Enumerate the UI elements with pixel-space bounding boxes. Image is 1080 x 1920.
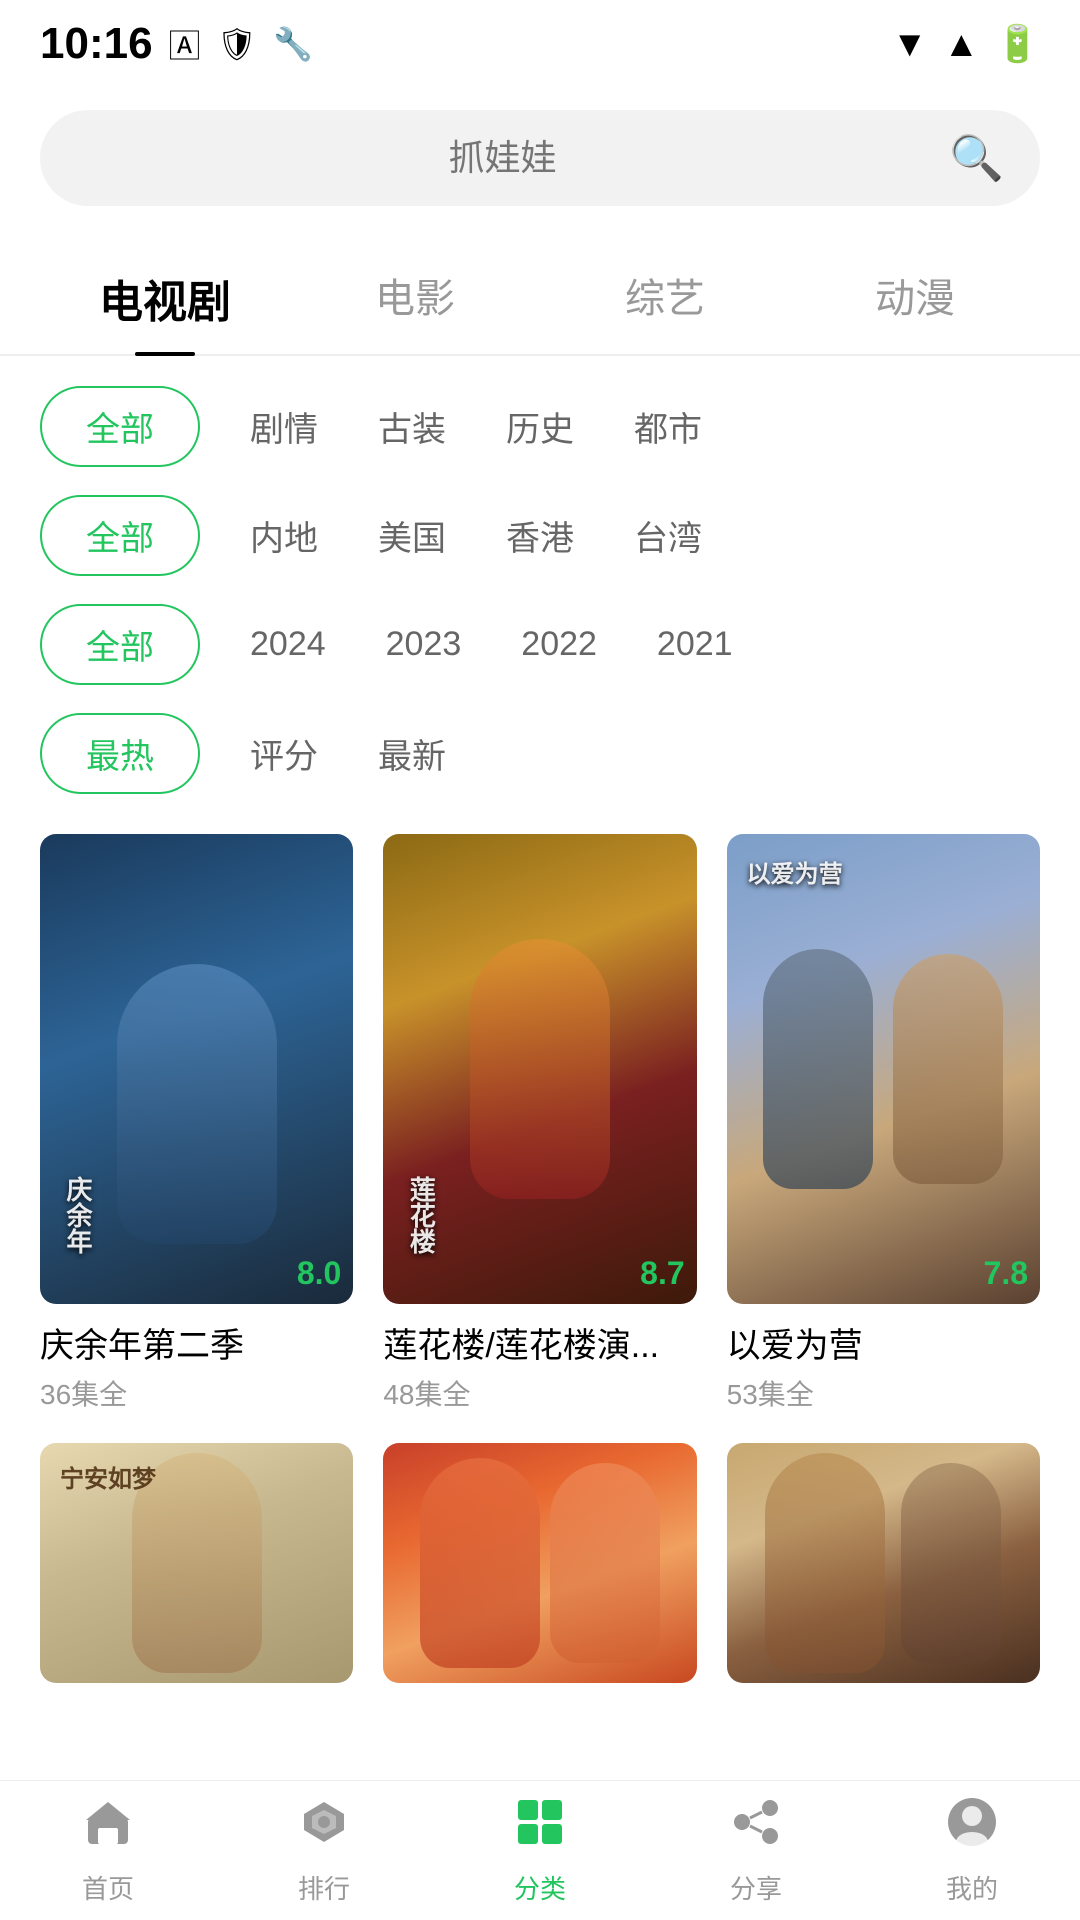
- filter-year-2022[interactable]: 2022: [511, 625, 607, 664]
- nav-item-mine[interactable]: 我的: [864, 1786, 1080, 1916]
- tab-movie[interactable]: 电影: [290, 246, 540, 354]
- filter-sort-rating[interactable]: 评分: [240, 729, 328, 778]
- card-title: 以爱为营: [727, 1318, 1040, 1367]
- list-item[interactable]: 以爱为营 7.8 以爱为营 53集全: [727, 834, 1040, 1413]
- filter-year-2023[interactable]: 2023: [376, 625, 472, 664]
- card-poster: 莲花楼 8.7: [383, 834, 696, 1304]
- filter-row-year: 全部 2024 2023 2022 2021: [40, 604, 1040, 685]
- filters: 全部 剧情 古装 历史 都市 全部 内地 美国 香港 台湾 全部 2024 20…: [0, 356, 1080, 824]
- filter-genre-history[interactable]: 历史: [496, 402, 584, 451]
- filter-year-all[interactable]: 全部: [40, 604, 200, 685]
- home-icon: [82, 1796, 134, 1861]
- card-poster: 庆余年 8.0: [40, 834, 353, 1304]
- keyboard-icon: 🄰: [169, 21, 201, 67]
- filter-region-tw[interactable]: 台湾: [624, 511, 712, 560]
- card-title: 莲花楼/莲花楼演...: [383, 1318, 696, 1367]
- filter-region-all[interactable]: 全部: [40, 495, 200, 576]
- filter-genre-all[interactable]: 全部: [40, 386, 200, 467]
- mine-icon: [946, 1796, 998, 1861]
- tab-tv[interactable]: 电视剧: [40, 246, 290, 354]
- filter-region-hk[interactable]: 香港: [496, 511, 584, 560]
- filter-genre-drama[interactable]: 剧情: [240, 402, 328, 451]
- nav-label-home: 首页: [82, 1869, 134, 1906]
- main-tabs: 电视剧 电影 综艺 动漫: [0, 226, 1080, 356]
- search-icon[interactable]: 🔍: [949, 132, 1004, 184]
- filter-sort-newest[interactable]: 最新: [368, 729, 456, 778]
- search-container: 🔍: [0, 80, 1080, 226]
- nav-label-mine: 我的: [946, 1869, 998, 1906]
- card-subtitle: 36集全: [40, 1373, 353, 1413]
- filter-year-2024[interactable]: 2024: [240, 625, 336, 664]
- card-poster: [727, 1443, 1040, 1683]
- card-subtitle: 53集全: [727, 1373, 1040, 1413]
- card-poster: 以爱为营 7.8: [727, 834, 1040, 1304]
- nav-item-share[interactable]: 分享: [648, 1786, 864, 1916]
- list-item[interactable]: 莲花楼 8.7 莲花楼/莲花楼演... 48集全: [383, 834, 696, 1413]
- card-rating: 8.0: [297, 1255, 341, 1292]
- nav-item-category[interactable]: 分类: [432, 1786, 648, 1916]
- card-poster: [383, 1443, 696, 1683]
- nav-item-rank[interactable]: 排行: [216, 1786, 432, 1916]
- search-input[interactable]: [76, 137, 929, 179]
- filter-genre-costume[interactable]: 古装: [368, 402, 456, 451]
- nav-label-category: 分类: [514, 1869, 566, 1906]
- wrench-icon: 🔧: [273, 25, 313, 63]
- nav-label-rank: 排行: [298, 1869, 350, 1906]
- filter-year-2021[interactable]: 2021: [647, 625, 743, 664]
- share-icon: [730, 1796, 782, 1861]
- list-item[interactable]: 庆余年 8.0 庆余年第二季 36集全: [40, 834, 353, 1413]
- content-grid: 庆余年 8.0 庆余年第二季 36集全 莲花楼 8.7 莲花楼/莲花楼演... …: [0, 824, 1080, 1683]
- filter-row-region: 全部 内地 美国 香港 台湾: [40, 495, 1040, 576]
- card-subtitle: 48集全: [383, 1373, 696, 1413]
- nav-label-share: 分享: [730, 1869, 782, 1906]
- status-bar: 10:16 🄰 🛡 🔧 ▼ ▲ 🔋: [0, 0, 1080, 80]
- list-item[interactable]: [383, 1443, 696, 1683]
- filter-sort-hot[interactable]: 最热: [40, 713, 200, 794]
- filter-region-mainland[interactable]: 内地: [240, 511, 328, 560]
- card-title: 庆余年第二季: [40, 1318, 353, 1367]
- tab-anime[interactable]: 动漫: [790, 246, 1040, 354]
- filter-row-genre: 全部 剧情 古装 历史 都市: [40, 386, 1040, 467]
- category-icon: [514, 1796, 566, 1861]
- tab-variety[interactable]: 综艺: [540, 246, 790, 354]
- card-poster: 宁安如梦: [40, 1443, 353, 1683]
- search-bar[interactable]: 🔍: [40, 110, 1040, 206]
- card-rating: 8.7: [640, 1255, 684, 1292]
- signal-icon: ▲: [944, 23, 980, 65]
- list-item[interactable]: 宁安如梦: [40, 1443, 353, 1683]
- wifi-icon: ▼: [892, 23, 928, 65]
- filter-region-usa[interactable]: 美国: [368, 511, 456, 560]
- nav-item-home[interactable]: 首页: [0, 1786, 216, 1916]
- shield-icon: 🛡: [217, 25, 258, 63]
- filter-genre-urban[interactable]: 都市: [624, 402, 712, 451]
- rank-icon: [298, 1796, 350, 1861]
- status-time: 10:16: [40, 19, 153, 69]
- card-rating: 7.8: [984, 1255, 1028, 1292]
- bottom-nav: 首页 排行 分类: [0, 1780, 1080, 1920]
- filter-row-sort: 最热 评分 最新: [40, 713, 1040, 794]
- battery-icon: 🔋: [995, 23, 1040, 65]
- list-item[interactable]: [727, 1443, 1040, 1683]
